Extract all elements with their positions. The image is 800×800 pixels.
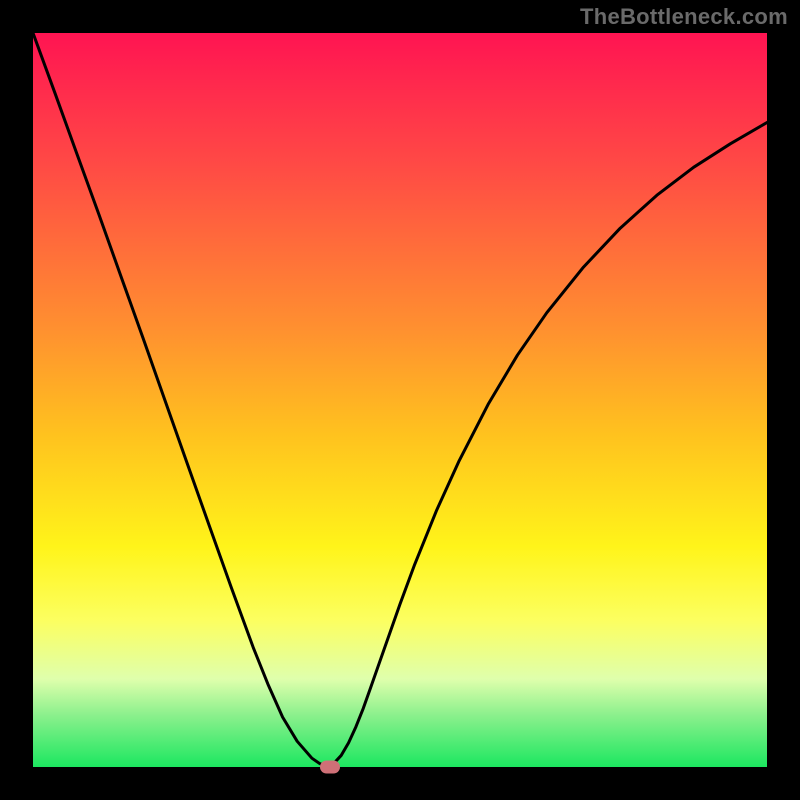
plot-area xyxy=(33,33,767,767)
watermark-text: TheBottleneck.com xyxy=(580,4,788,30)
chart-frame: TheBottleneck.com xyxy=(0,0,800,800)
bottleneck-curve xyxy=(33,33,767,767)
optimal-point-marker xyxy=(320,761,340,774)
